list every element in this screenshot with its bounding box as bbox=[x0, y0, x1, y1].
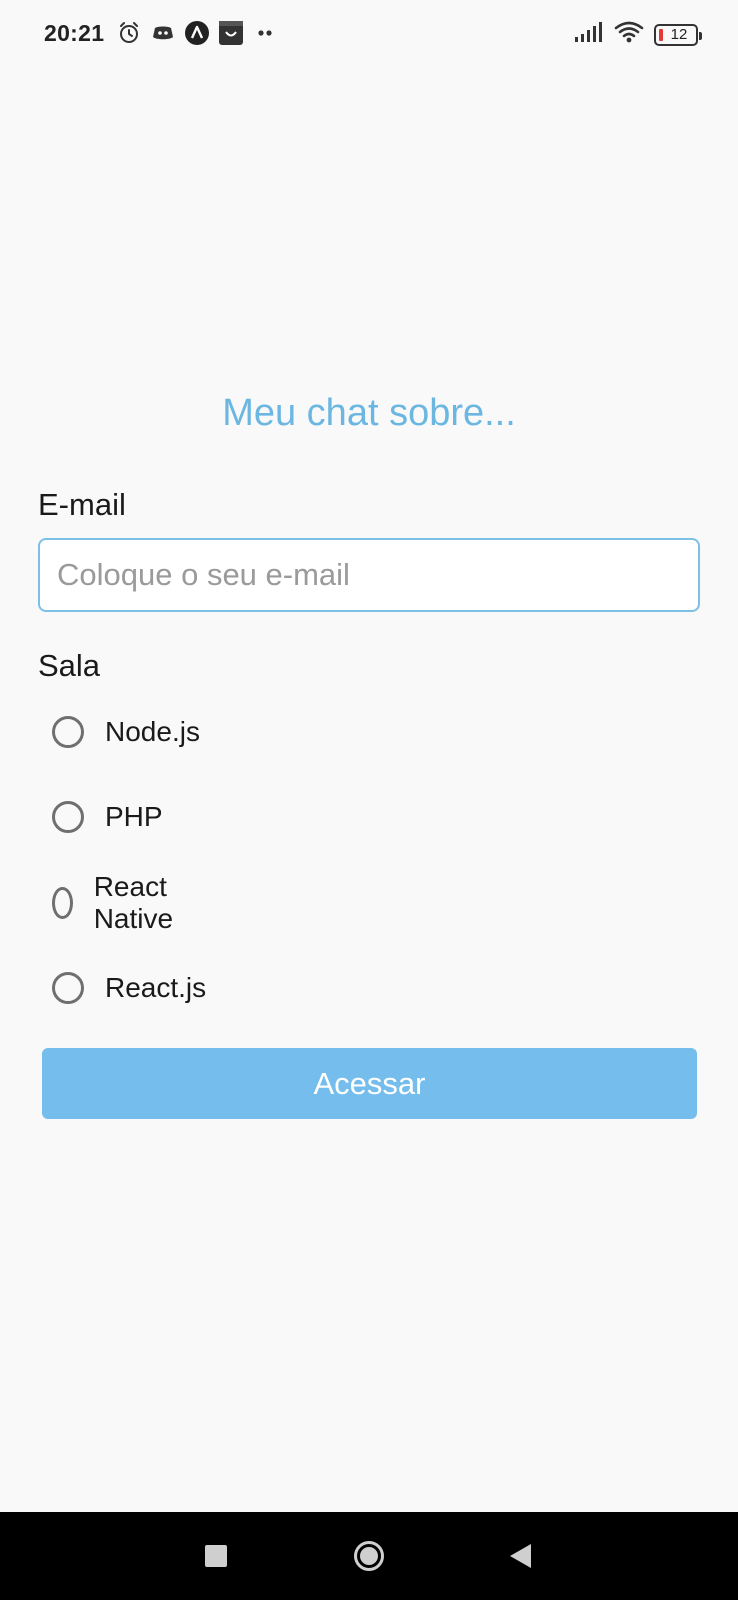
notification-icons bbox=[116, 20, 278, 46]
home-button[interactable] bbox=[329, 1512, 409, 1600]
room-option-reactjs[interactable]: React.js bbox=[52, 968, 206, 1008]
back-icon bbox=[509, 1544, 531, 1568]
store-icon bbox=[218, 20, 244, 46]
more-dots-icon bbox=[252, 20, 278, 46]
radio-button[interactable] bbox=[52, 716, 84, 748]
battery-icon: 12 bbox=[654, 23, 702, 46]
navigation-bar bbox=[0, 1512, 738, 1600]
recent-apps-icon bbox=[205, 1545, 227, 1567]
app-screen: 20:21 12 Meu chat sobre... E-mail Coloqu… bbox=[0, 0, 738, 1600]
radio-button[interactable] bbox=[52, 801, 84, 833]
radio-label: React Native bbox=[93, 871, 174, 934]
battery-level: 12 bbox=[670, 26, 688, 43]
radio-label: React.js bbox=[105, 972, 207, 1003]
discord-icon bbox=[150, 20, 176, 46]
battery-fill bbox=[659, 28, 663, 41]
room-option-php[interactable]: PHP bbox=[52, 797, 163, 837]
room-option-react-native[interactable]: React Native bbox=[52, 871, 184, 934]
radio-label: PHP bbox=[105, 801, 163, 832]
radio-button[interactable] bbox=[52, 887, 73, 919]
home-icon bbox=[354, 1541, 384, 1571]
room-option-nodejs[interactable]: Node.js bbox=[52, 712, 200, 752]
email-field[interactable] bbox=[38, 538, 700, 612]
recent-apps-button[interactable] bbox=[176, 1512, 256, 1600]
email-label: E-mail bbox=[38, 487, 126, 522]
page-title: Meu chat sobre... bbox=[222, 392, 516, 434]
access-button[interactable]: Acessar bbox=[42, 1048, 697, 1119]
status-time: 20:21 bbox=[44, 20, 105, 46]
alarm-icon bbox=[116, 20, 142, 46]
wifi-icon bbox=[614, 20, 644, 49]
status-bar: 20:21 12 bbox=[0, 0, 738, 70]
back-button[interactable] bbox=[480, 1512, 560, 1600]
room-label: Sala bbox=[38, 648, 101, 683]
signal-icon bbox=[574, 21, 604, 48]
expo-icon bbox=[184, 20, 210, 46]
radio-label: Node.js bbox=[105, 716, 200, 747]
system-status-icons: 12 bbox=[574, 20, 702, 49]
radio-button[interactable] bbox=[52, 972, 84, 1004]
